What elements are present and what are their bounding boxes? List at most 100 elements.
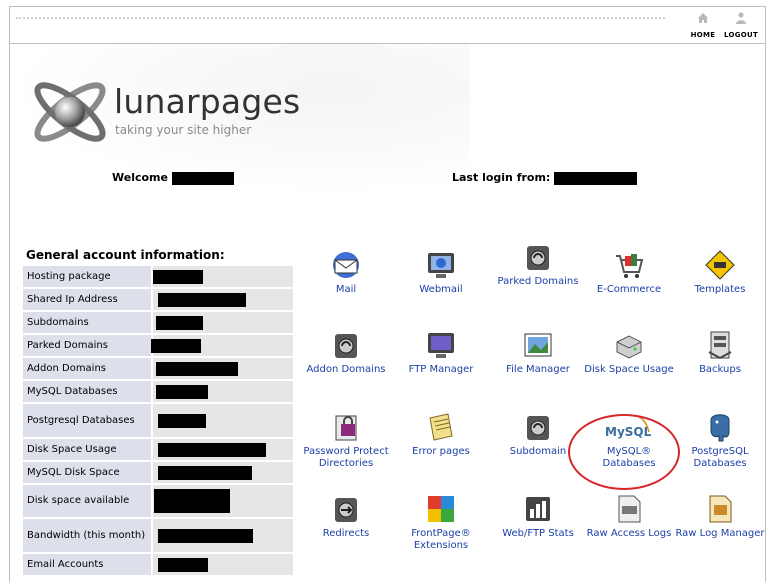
tool-ftp-manager[interactable]: FTP Manager <box>396 328 486 376</box>
info-value <box>153 404 293 437</box>
tool-raw-log-manager[interactable]: Raw Log Manager <box>675 492 765 540</box>
general-info-table: Hosting package Shared Ip Address Subdom… <box>23 266 293 577</box>
info-label: Disk space available <box>23 485 151 517</box>
logout-label: LOGOUT <box>723 31 759 39</box>
info-value <box>153 381 293 402</box>
frontpage-icon <box>428 496 454 522</box>
redacted-value <box>158 413 206 428</box>
info-row: Postgresql Databases <box>23 404 293 437</box>
info-label: Shared Ip Address <box>23 289 151 310</box>
redirects-icon <box>335 498 357 522</box>
redacted-value <box>156 315 203 330</box>
subdomain-icon <box>527 416 549 440</box>
top-bar: HOME LOGOUT <box>9 6 766 44</box>
info-label: Addon Domains <box>23 358 151 379</box>
highlight-circle <box>568 414 680 490</box>
general-info-title: General account information: <box>26 248 225 262</box>
tool-mail[interactable]: Mail <box>301 248 391 296</box>
error-pages-icon <box>429 413 453 441</box>
last-login-line: Last login from: <box>452 171 638 185</box>
tools-grid: Mail Webmail Parked Domains E-Commerce T… <box>303 240 765 580</box>
mail-icon <box>333 252 359 278</box>
tool-parked-domains[interactable]: Parked Domains <box>493 240 583 288</box>
info-value <box>153 519 293 552</box>
tool-backups[interactable]: Backups <box>675 328 765 376</box>
postgresql-icon <box>710 414 730 442</box>
redacted-value <box>151 338 201 353</box>
home-link[interactable]: HOME <box>685 11 721 39</box>
redacted-value <box>158 557 208 572</box>
brand-tagline: taking your site higher <box>115 123 252 137</box>
info-row: Parked Domains <box>23 335 293 356</box>
lunarpages-logo-icon <box>34 82 106 142</box>
last-login-label: Last login from: <box>452 171 551 184</box>
info-row: Shared Ip Address <box>23 289 293 310</box>
stats-icon <box>526 497 550 521</box>
info-value <box>153 462 293 483</box>
info-value <box>151 335 293 356</box>
info-value <box>153 358 293 379</box>
redacted-value <box>156 384 208 399</box>
tool-error-pages[interactable]: Error pages <box>396 410 486 458</box>
info-value <box>153 485 293 517</box>
logout-link[interactable]: LOGOUT <box>723 11 759 39</box>
redacted-value <box>158 465 252 480</box>
info-label: MySQL Databases <box>23 381 151 402</box>
tool-web-ftp-stats[interactable]: Web/FTP Stats <box>493 492 583 540</box>
raw-logs-icon <box>618 495 641 523</box>
disk-space-icon <box>616 335 642 359</box>
info-label: Subdomains <box>23 312 151 333</box>
ecommerce-cart-icon <box>616 254 644 278</box>
redacted-username <box>171 171 234 185</box>
file-manager-icon <box>524 333 552 357</box>
info-label: Postgresql Databases <box>23 404 151 437</box>
redacted-value <box>158 528 253 543</box>
redacted-value <box>158 292 246 307</box>
logout-icon <box>736 12 746 24</box>
info-row: Hosting package <box>23 266 293 287</box>
info-row: MySQL Disk Space <box>23 462 293 483</box>
info-row: Subdomains <box>23 312 293 333</box>
redacted-value <box>158 442 266 457</box>
password-protect-icon <box>335 415 357 441</box>
tool-postgresql[interactable]: PostgreSQL Databases <box>675 410 765 470</box>
info-row: Bandwidth (this month) <box>23 519 293 552</box>
dotted-divider <box>16 17 665 19</box>
brand-name: lunarpages <box>114 82 301 121</box>
tool-frontpage[interactable]: FrontPage® Extensions <box>396 492 486 552</box>
tool-password-protect[interactable]: Password Protect Directories <box>301 410 391 470</box>
tool-addon-domains[interactable]: Addon Domains <box>301 328 391 376</box>
info-label: Hosting package <box>23 266 151 287</box>
tool-raw-access-logs[interactable]: Raw Access Logs <box>584 492 674 540</box>
main-content: lunarpages taking your site higher Welco… <box>9 44 766 582</box>
info-row: Disk Space Usage <box>23 439 293 460</box>
info-value <box>153 439 293 460</box>
welcome-label: Welcome <box>112 171 168 184</box>
info-row: Addon Domains <box>23 358 293 379</box>
redacted-ip <box>554 171 638 185</box>
tool-templates[interactable]: Templates <box>675 248 765 296</box>
parked-domains-icon <box>527 246 549 270</box>
redacted-value <box>154 489 230 513</box>
addon-domains-icon <box>335 334 357 358</box>
info-value <box>153 289 293 310</box>
info-value <box>153 266 293 287</box>
tool-redirects[interactable]: Redirects <box>301 492 391 540</box>
home-icon <box>698 13 708 23</box>
backups-icon <box>708 331 732 360</box>
welcome-line: Welcome <box>112 171 234 185</box>
raw-log-manager-icon <box>709 495 732 523</box>
tool-file-manager[interactable]: File Manager <box>493 328 583 376</box>
info-row: Email Accounts <box>23 554 293 575</box>
tool-disk-space[interactable]: Disk Space Usage <box>584 328 674 376</box>
info-label: Disk Space Usage <box>23 439 151 460</box>
info-row: MySQL Databases <box>23 381 293 402</box>
info-row: Disk space available <box>23 485 293 517</box>
info-label: Bandwidth (this month) <box>23 519 151 552</box>
tool-ecommerce[interactable]: E-Commerce <box>584 248 674 296</box>
redacted-value <box>156 361 238 376</box>
info-label: Parked Domains <box>23 335 151 356</box>
info-value <box>153 554 293 575</box>
info-label: Email Accounts <box>23 554 151 575</box>
tool-webmail[interactable]: Webmail <box>396 248 486 296</box>
